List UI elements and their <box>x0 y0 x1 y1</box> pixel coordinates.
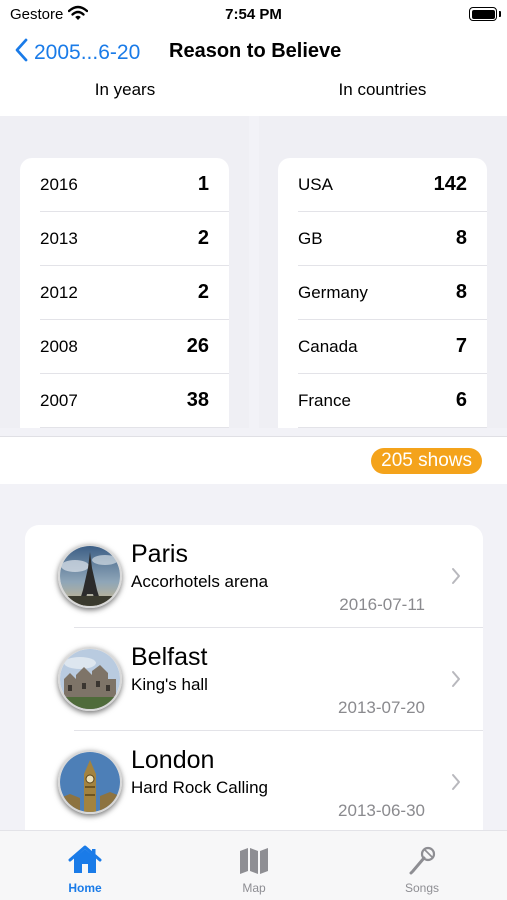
navigation-bar: 2005...6-20 Reason to Believe <box>0 30 507 74</box>
year-row[interactable]: 2007 38 <box>40 374 229 428</box>
country-label: USA <box>298 174 333 194</box>
eiffel-tower-photo-icon <box>58 544 122 608</box>
country-label: Canada <box>298 336 358 356</box>
country-row[interactable]: USA 142 <box>298 158 487 212</box>
shows-count-badge: 205 shows <box>371 448 482 474</box>
year-label: 2013 <box>40 228 78 248</box>
countries-list: USA 142 GB 8 Germany 8 Canada 7 France 6 <box>278 158 487 428</box>
concert-venue: King's hall <box>131 675 208 694</box>
country-count: 6 <box>455 389 467 411</box>
tab-home-label: Home <box>68 881 102 895</box>
tab-songs-label: Songs <box>404 881 440 895</box>
years-pane[interactable]: 2016 1 2013 2 2012 2 2008 26 2007 38 <box>0 116 249 428</box>
chevron-right-icon <box>451 567 461 590</box>
country-count: 7 <box>455 335 467 357</box>
year-label: 2007 <box>40 390 78 410</box>
year-row[interactable]: 2012 2 <box>40 266 229 320</box>
back-button-label: 2005...6-20 <box>34 41 141 64</box>
concert-date: 2013-07-20 <box>338 698 425 717</box>
year-row[interactable]: 2008 26 <box>40 320 229 374</box>
status-time: 7:54 PM <box>225 6 282 23</box>
year-row[interactable]: 2013 2 <box>40 212 229 266</box>
battery-icon <box>469 7 497 21</box>
shows-summary: 205 shows <box>0 436 507 484</box>
page-title: Reason to Believe <box>169 40 342 62</box>
year-count: 1 <box>197 173 209 195</box>
tab-bar: Home Map Songs <box>0 830 507 900</box>
year-row[interactable]: 2016 1 <box>40 158 229 212</box>
concert-venue: Hard Rock Calling <box>131 778 268 797</box>
concert-row[interactable]: London Hard Rock Calling 2013-06-30 <box>25 731 483 834</box>
concert-city: Paris <box>131 540 188 568</box>
tab-home[interactable]: Home <box>45 845 125 895</box>
countries-pane[interactable]: USA 142 GB 8 Germany 8 Canada 7 France 6 <box>259 116 507 428</box>
microphone-icon <box>382 845 462 875</box>
year-label: 2016 <box>40 174 78 194</box>
years-heading: In years <box>94 80 156 99</box>
country-row[interactable]: GB 8 <box>298 212 487 266</box>
concert-list: Paris Accorhotels arena 2016-07-11 Belfa… <box>25 525 483 855</box>
concert-venue: Accorhotels arena <box>131 572 269 591</box>
concert-city: London <box>131 746 215 774</box>
map-icon <box>214 845 294 875</box>
country-row[interactable]: Germany 8 <box>298 266 487 320</box>
year-count: 2 <box>197 281 209 303</box>
country-count: 142 <box>433 173 467 195</box>
country-label: GB <box>298 228 323 248</box>
countries-heading: In countries <box>338 80 427 99</box>
year-label: 2008 <box>40 336 78 356</box>
battery-tip <box>499 11 501 17</box>
country-count: 8 <box>455 227 467 249</box>
concert-row[interactable]: Paris Accorhotels arena 2016-07-11 <box>25 525 483 628</box>
country-row[interactable]: Canada 7 <box>298 320 487 374</box>
status-bar: Gestore 7:54 PM <box>0 0 507 30</box>
country-count: 8 <box>455 281 467 303</box>
concert-row[interactable]: Belfast King's hall 2013-07-20 <box>25 628 483 731</box>
country-label: Germany <box>298 282 368 302</box>
country-row[interactable]: France 6 <box>298 374 487 428</box>
year-count: 26 <box>186 335 209 357</box>
tab-map-label: Map <box>242 881 266 895</box>
country-label: France <box>298 390 351 410</box>
chevron-right-icon <box>451 773 461 796</box>
year-count: 38 <box>186 389 209 411</box>
concert-date: 2016-07-11 <box>339 595 425 614</box>
concert-date: 2013-06-30 <box>338 801 425 820</box>
year-label: 2012 <box>40 282 78 302</box>
belfast-castle-photo-icon <box>58 647 122 711</box>
stats-headings: In years In countries <box>0 74 507 116</box>
big-ben-photo-icon <box>58 750 122 814</box>
tab-map[interactable]: Map <box>214 845 294 895</box>
chevron-left-icon <box>14 38 28 68</box>
concert-city: Belfast <box>131 643 208 671</box>
back-button[interactable]: 2005...6-20 <box>14 38 140 68</box>
chevron-right-icon <box>451 670 461 693</box>
years-list: 2016 1 2013 2 2012 2 2008 26 2007 38 <box>20 158 229 428</box>
year-count: 2 <box>197 227 209 249</box>
house-icon <box>45 845 125 875</box>
tab-songs[interactable]: Songs <box>382 845 462 895</box>
